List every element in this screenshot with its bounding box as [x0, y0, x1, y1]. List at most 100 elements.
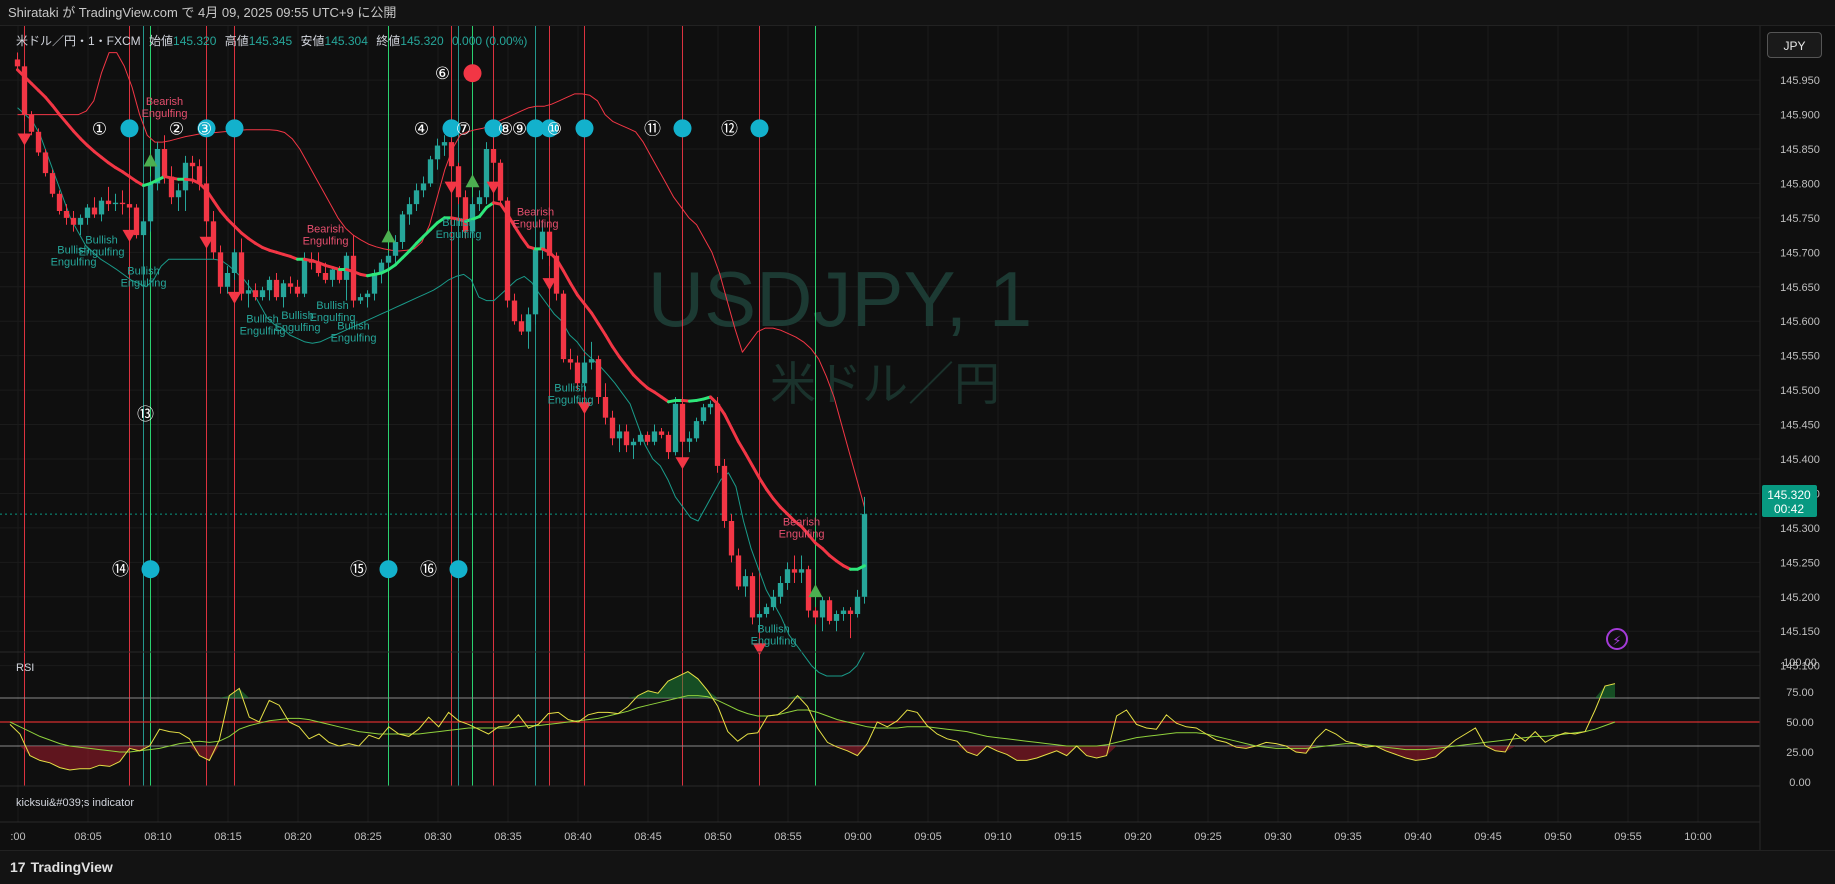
candle-body	[385, 255, 392, 263]
event-marker-dot	[449, 560, 468, 579]
candle-body	[126, 204, 133, 208]
candle-body	[217, 252, 224, 287]
event-marker-number: ⑦	[456, 119, 471, 139]
event-marker-dot	[575, 119, 594, 138]
y-tick-label: 145.300	[1780, 523, 1820, 535]
alert-lightning-icon[interactable]: ⚡	[1606, 628, 1628, 650]
candle-body	[840, 610, 847, 614]
watermark-ticker: USDJPY, 1	[648, 255, 1032, 343]
tradingview-logo[interactable]: 17 TradingView	[10, 859, 113, 875]
candle-body	[574, 362, 581, 384]
event-marker-number: ④	[414, 119, 429, 139]
candle-body	[707, 403, 714, 408]
candle-body	[539, 231, 546, 249]
pattern-label: Engulfing	[79, 246, 125, 258]
event-marker-dot	[463, 64, 482, 83]
x-tick-label: 08:10	[144, 831, 172, 843]
candle-body	[42, 152, 49, 174]
candle-body	[623, 431, 630, 446]
candle-body	[105, 200, 112, 205]
event-marker-dot	[750, 119, 769, 138]
legend-change: 0.000 (0.00%)	[452, 34, 527, 48]
indicator-label: kicksui&#039;s indicator	[16, 797, 134, 809]
candle-body	[336, 269, 343, 280]
candle-body	[693, 421, 700, 439]
candle-body	[301, 259, 308, 294]
pattern-label: Engulfing	[121, 277, 167, 289]
candle-body	[777, 583, 784, 597]
watermark-name: 米ドル／円	[770, 358, 1000, 410]
event-marker-dot	[673, 119, 692, 138]
candle-body	[273, 279, 280, 298]
candle-body	[525, 314, 532, 332]
candle-body	[322, 273, 329, 280]
event-marker-dot	[120, 119, 139, 138]
event-marker-number: ③	[197, 119, 212, 139]
x-tick-label: 09:35	[1334, 831, 1362, 843]
candle-body	[518, 321, 525, 332]
event-marker-dot	[379, 560, 398, 579]
candle-body	[826, 600, 833, 621]
x-tick-label: 08:50	[704, 831, 732, 843]
y-tick-label: 145.750	[1780, 213, 1820, 225]
x-tick-label: 08:05	[74, 831, 102, 843]
candle-body	[602, 397, 609, 418]
pattern-label: Engulfing	[548, 394, 594, 406]
candle-body	[609, 417, 616, 439]
candle-body	[434, 145, 441, 160]
event-marker-number: ②	[169, 119, 184, 139]
candle-body	[728, 521, 735, 556]
x-tick-label: 09:10	[984, 831, 1012, 843]
legend-high-value: 145.345	[249, 34, 293, 48]
publish-text: Shirataki が TradingView.com で 4月 09, 202…	[8, 5, 397, 20]
candle-body	[805, 569, 812, 611]
y-tick-label: 145.400	[1780, 454, 1820, 466]
pattern-label: Engulfing	[751, 636, 797, 648]
rsi-tick-label: 75.00	[1786, 687, 1814, 699]
candle-body	[630, 441, 637, 446]
currency-button[interactable]: JPY	[1767, 32, 1822, 58]
event-marker-dot	[141, 560, 160, 579]
x-tick-label: 09:40	[1404, 831, 1432, 843]
chart-canvas[interactable]: USDJPY, 1 米ドル／円 BullishEngulfingBullishE…	[0, 26, 1835, 850]
pattern-label: Engulfing	[436, 229, 482, 241]
candle-body	[721, 465, 728, 521]
publish-header: Shirataki が TradingView.com で 4月 09, 202…	[0, 0, 1835, 26]
event-marker-number: ⑯	[420, 560, 437, 580]
event-marker-number: ⑪	[644, 119, 661, 139]
event-marker-number: ①	[92, 119, 107, 139]
legend-symbol: 米ドル／円・1・FXCM	[16, 34, 141, 48]
candle-body	[357, 297, 364, 301]
candle-body	[280, 283, 287, 298]
x-tick-label: 09:45	[1474, 831, 1502, 843]
candle-body	[833, 614, 840, 621]
candle-body	[819, 600, 826, 618]
price-tag-value: 145.320	[1767, 488, 1811, 502]
x-tick-label: 08:45	[634, 831, 662, 843]
y-tick-label: 145.450	[1780, 420, 1820, 432]
candle-body	[252, 290, 259, 298]
x-tick-label: 09:25	[1194, 831, 1222, 843]
candle-body	[392, 242, 399, 256]
x-tick-label: 09:55	[1614, 831, 1642, 843]
candle-body	[756, 614, 763, 618]
x-tick-label: 09:50	[1544, 831, 1572, 843]
y-tick-label: 145.500	[1780, 385, 1820, 397]
footer: 17 TradingView	[0, 850, 1835, 884]
x-tick-label: 08:55	[774, 831, 802, 843]
tradingview-mark-icon: 17	[10, 859, 26, 875]
pattern-label: Engulfing	[331, 332, 377, 344]
y-tick-label: 145.850	[1780, 144, 1820, 156]
candle-body	[735, 555, 742, 587]
pattern-label: Bearish	[146, 96, 183, 108]
candle-body	[784, 569, 791, 583]
pattern-label: Bullish	[337, 320, 369, 332]
candle-body	[245, 290, 252, 294]
pattern-label: Bearish	[517, 206, 554, 218]
candle-body	[679, 403, 686, 442]
pattern-label: Bullish	[554, 382, 586, 394]
candle-body	[742, 576, 749, 587]
candle-body	[329, 269, 336, 280]
rsi-tick-label: 50.00	[1786, 717, 1814, 729]
pattern-label: Engulfing	[779, 528, 825, 540]
